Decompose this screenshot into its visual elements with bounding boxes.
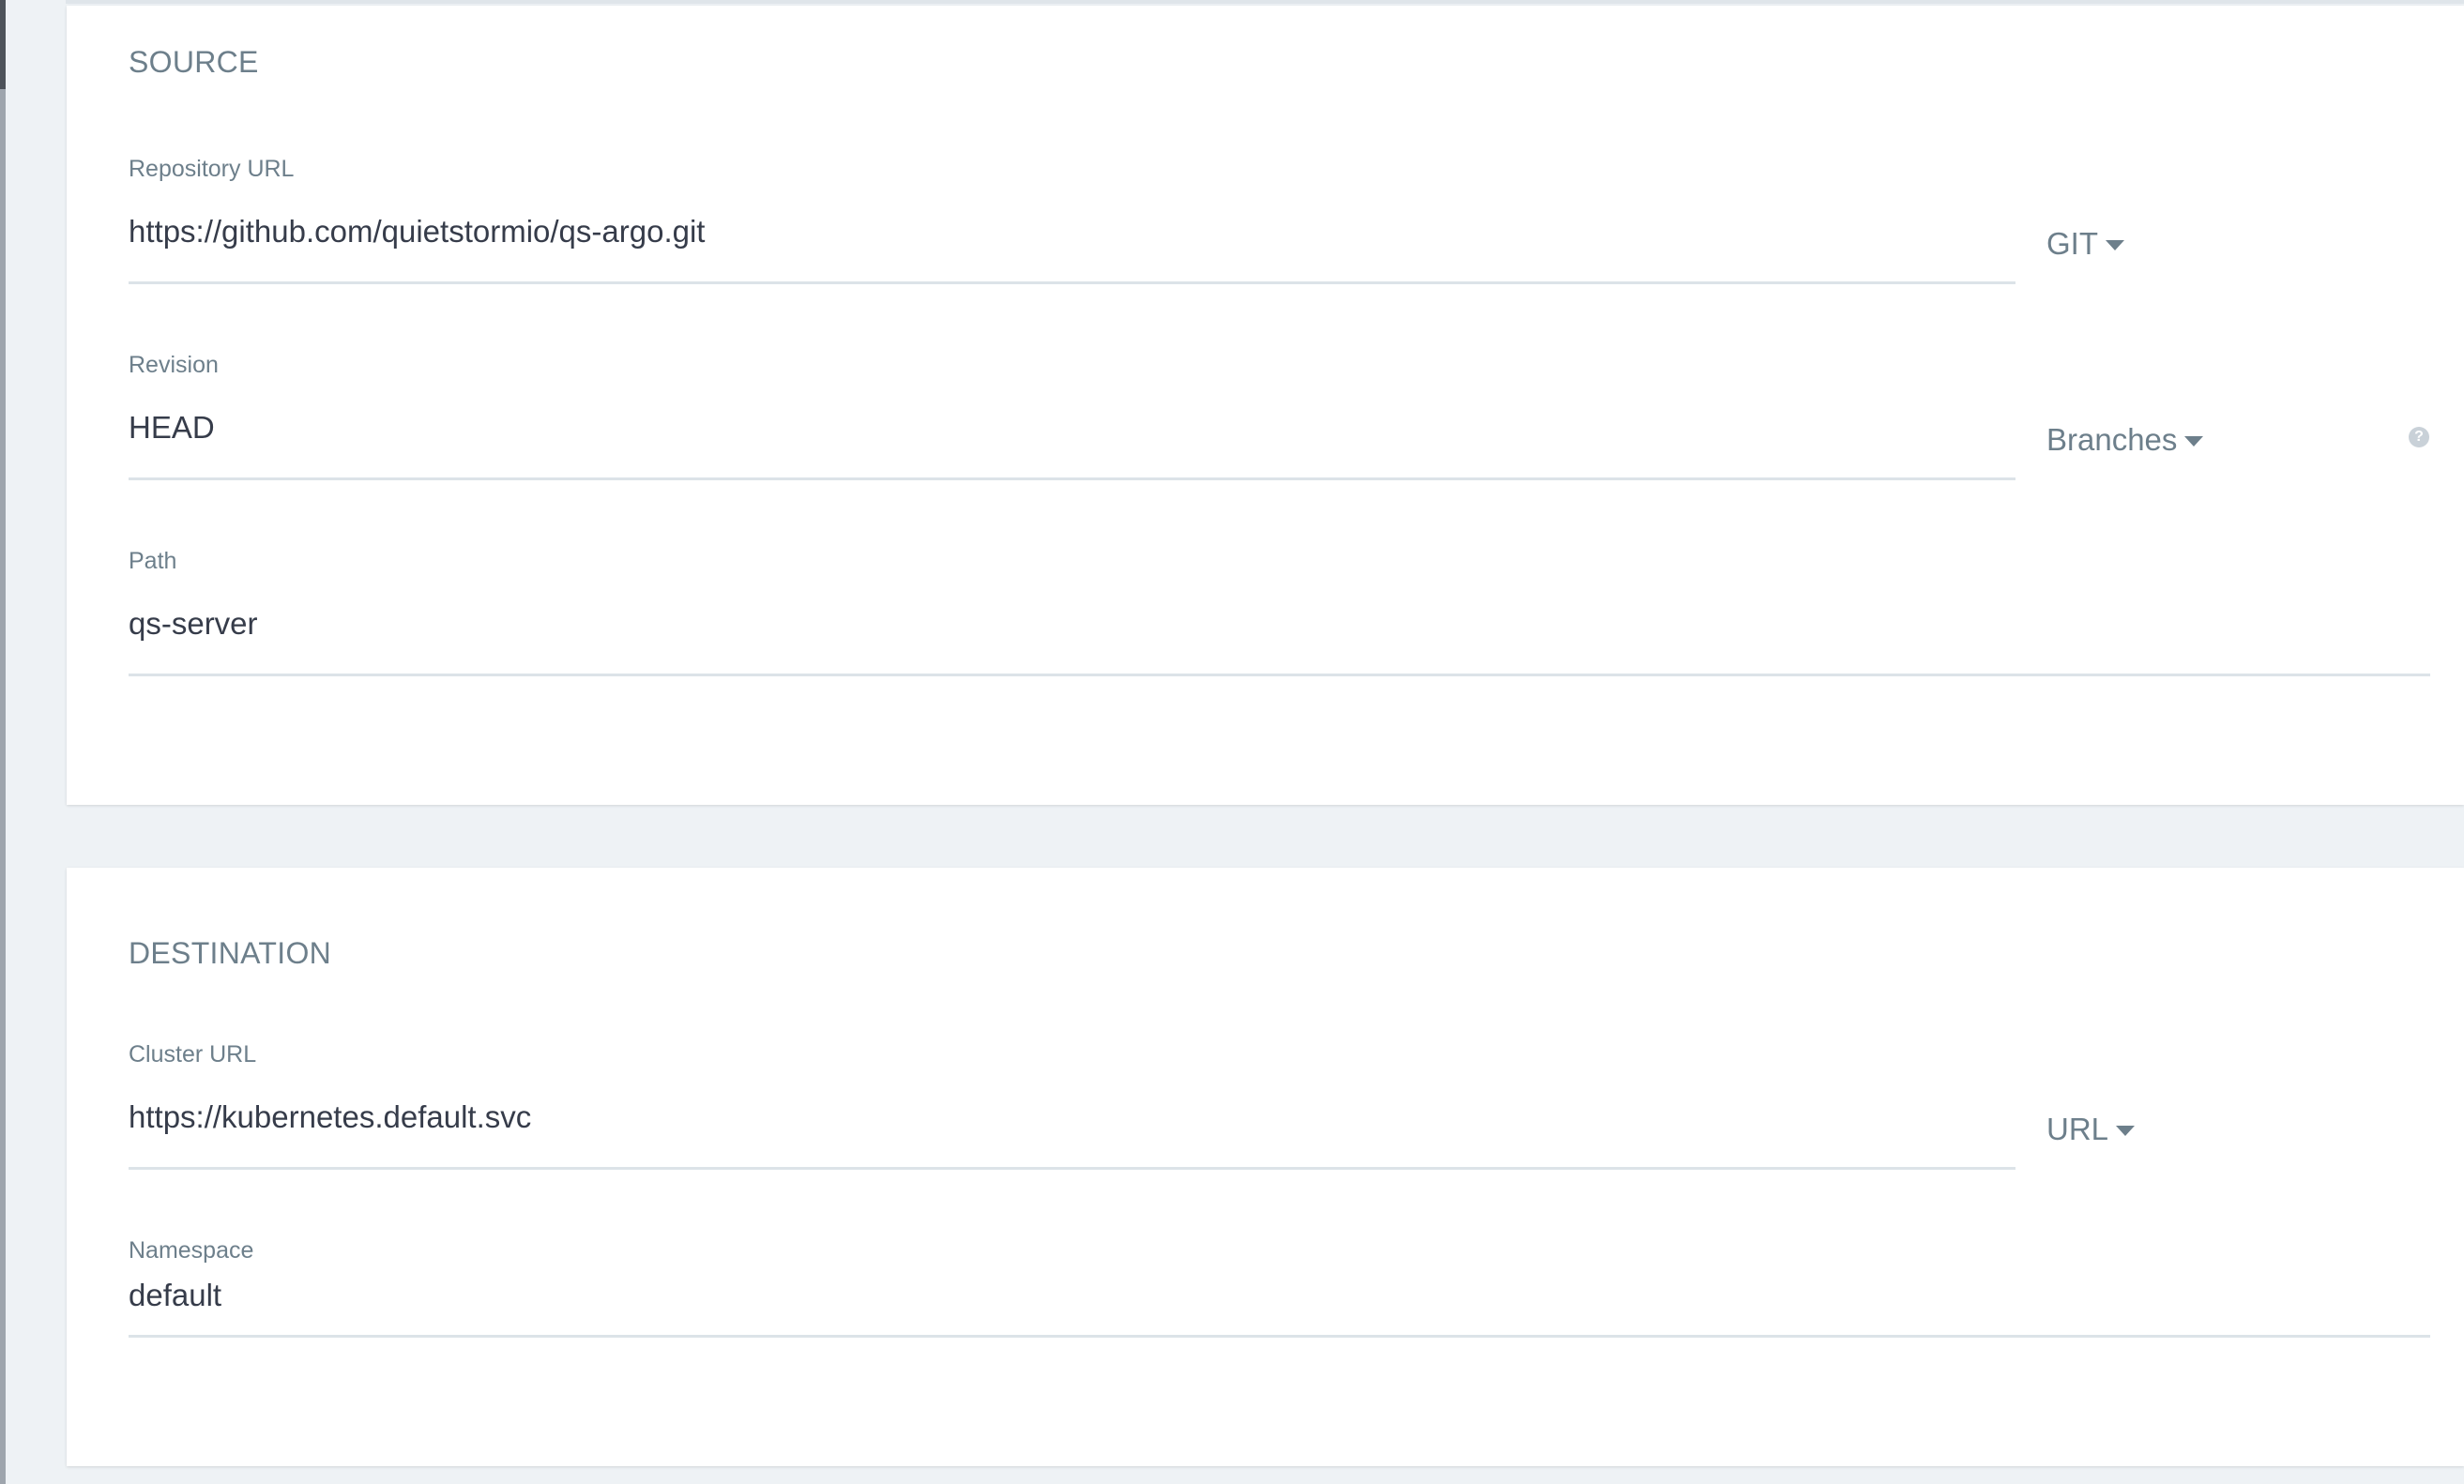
path-input[interactable]: qs-server xyxy=(129,606,258,642)
left-rail-marker xyxy=(0,0,6,89)
top-divider xyxy=(66,0,2464,4)
path-underline xyxy=(129,674,2430,676)
cluster-url-input[interactable]: https://kubernetes.default.svc xyxy=(129,1099,531,1135)
repository-type-label: GIT xyxy=(2046,226,2098,261)
revision-underline xyxy=(129,477,2015,480)
destination-section-title: DESTINATION xyxy=(129,936,332,970)
repository-url-label: Repository URL xyxy=(129,156,295,182)
namespace-underline xyxy=(129,1335,2430,1338)
path-label: Path xyxy=(129,548,177,574)
cluster-url-label: Cluster URL xyxy=(129,1041,257,1068)
revision-type-dropdown[interactable]: Branches xyxy=(2046,422,2204,458)
revision-type-label: Branches xyxy=(2046,422,2178,457)
namespace-input[interactable]: default xyxy=(129,1278,221,1313)
repository-url-underline xyxy=(129,281,2015,284)
source-section-title: SOURCE xyxy=(129,45,259,79)
revision-label: Revision xyxy=(129,352,219,378)
cluster-url-underline xyxy=(129,1167,2015,1170)
source-section: SOURCE Repository URL https://github.com… xyxy=(67,6,2464,805)
destination-section: DESTINATION Cluster URL https://kubernet… xyxy=(67,868,2464,1466)
caret-down-icon xyxy=(2184,436,2204,447)
caret-down-icon xyxy=(2116,1126,2136,1136)
caret-down-icon xyxy=(2106,240,2124,250)
repository-type-dropdown[interactable]: GIT xyxy=(2046,226,2124,262)
cluster-type-dropdown[interactable]: URL xyxy=(2046,1112,2136,1147)
left-scroll-rail xyxy=(0,0,6,1484)
revision-input[interactable]: HEAD xyxy=(129,410,215,446)
cluster-type-label: URL xyxy=(2046,1112,2109,1146)
repository-url-input[interactable]: https://github.com/quietstormio/qs-argo.… xyxy=(129,214,705,250)
help-icon[interactable]: ? xyxy=(2409,427,2429,447)
namespace-label: Namespace xyxy=(129,1237,254,1264)
